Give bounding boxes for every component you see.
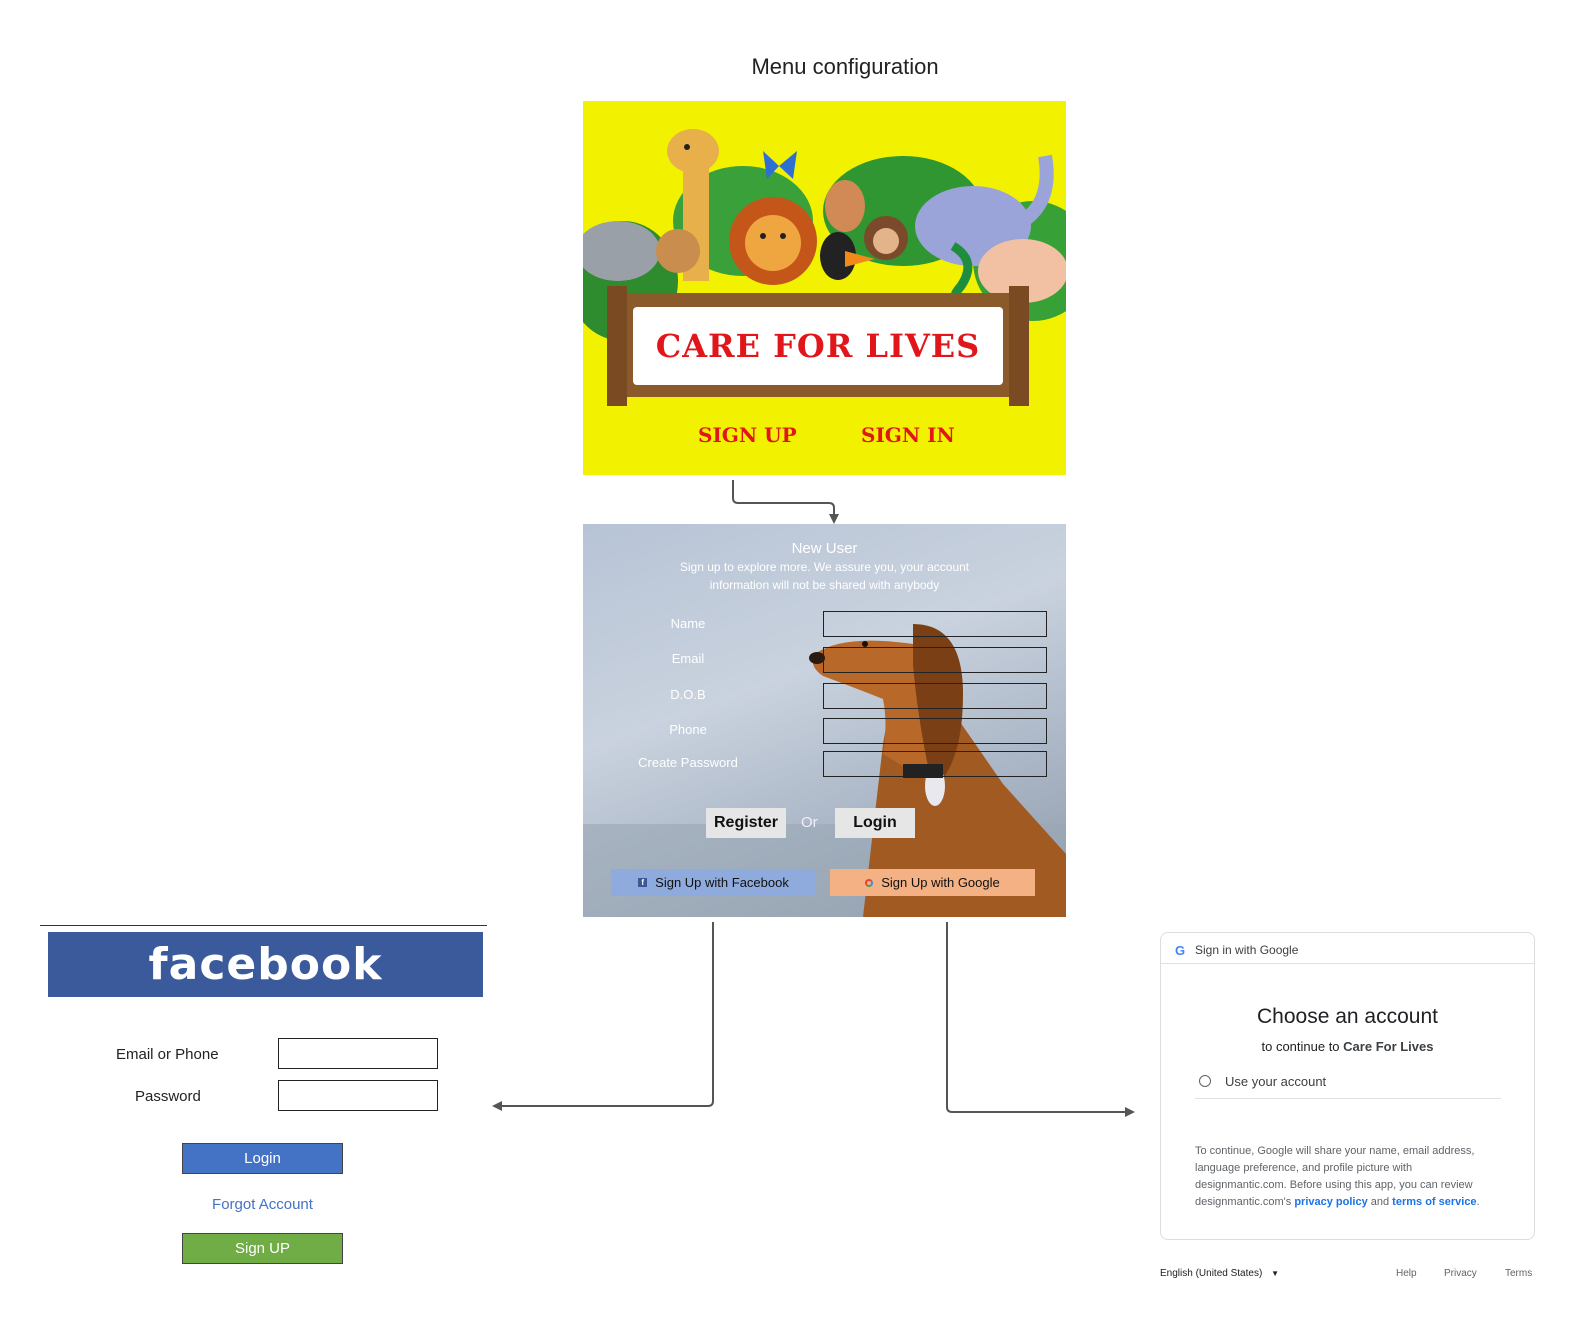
register-button[interactable]: Register [706,808,786,838]
google-terms-link[interactable]: Terms [1505,1268,1532,1279]
dob-label: D.O.B [670,687,706,702]
lion-face [745,215,801,271]
menu-screen: CARE FOR LIVES SIGN UP SIGN IN [583,101,1066,475]
google-logo-icon: G [1175,943,1186,958]
disclaimer-line3: designmantic.com. Before using this app,… [1195,1179,1473,1191]
phone-input[interactable] [823,718,1047,744]
use-your-account-label: Use your account [1225,1074,1327,1089]
sign-up-google-button[interactable]: Sign Up with Google [830,869,1035,896]
sign-up-facebook-label: Sign Up with Facebook [655,875,789,890]
arrow-menu-to-register [732,480,839,524]
facebook-divider [40,925,487,926]
language-selector[interactable]: English (United States) ▼ [1160,1268,1279,1279]
disclaimer-line2: language preference, and profile picture… [1195,1162,1413,1174]
email-label: Email [671,651,705,666]
arrow-register-to-facebook [492,922,714,1111]
email-or-phone-label: Email or Phone [116,1046,219,1063]
banner-title: CARE FOR LIVES [633,307,1003,385]
name-label: Name [670,616,706,631]
language-label: English (United States) [1160,1268,1263,1279]
name-input[interactable] [823,611,1047,637]
google-signin-card: G Sign in with Google Choose an account … [1160,932,1535,1240]
account-circle-icon [1199,1075,1211,1087]
disclaimer-line4-prefix: designmantic.com's [1195,1196,1292,1208]
disclaimer-line4: designmantic.com's privacy policy and te… [1195,1194,1515,1211]
email-input[interactable] [823,647,1047,673]
squirrel [656,229,700,273]
facebook-logo: facebook [48,932,483,997]
sign-up-facebook-button[interactable]: f Sign Up with Facebook [611,869,816,896]
register-subtitle-line2: information will not be shared with anyb… [709,578,940,592]
register-subtitle-line1: Sign up to explore more. We assure you, … [679,560,970,574]
facebook-password-input[interactable] [278,1080,438,1111]
facebook-icon: f [638,878,648,887]
continue-prefix: to continue to [1261,1039,1340,1054]
google-icon [865,878,874,887]
terms-of-service-link[interactable]: terms of service [1392,1196,1476,1208]
facebook-login-button[interactable]: Login [182,1143,343,1174]
register-screen: New User Sign up to explore more. We ass… [583,524,1066,917]
google-privacy-link[interactable]: Privacy [1444,1268,1477,1279]
continue-app-name: Care For Lives [1343,1039,1434,1054]
antelope [825,180,865,232]
create-password-label: Create Password [638,755,738,770]
continue-to-text: to continue to Care For Lives [1161,1039,1534,1054]
google-help-link[interactable]: Help [1396,1268,1417,1279]
phone-label: Phone [669,722,707,737]
login-button[interactable]: Login [835,808,915,838]
jungle-animals-illustration [583,129,1066,406]
disclaimer-period: . [1476,1196,1480,1208]
arrow-register-to-google [946,922,1135,1117]
google-card-header: G Sign in with Google [1161,933,1534,964]
privacy-policy-link[interactable]: privacy policy [1294,1196,1367,1208]
register-heading: New User [791,540,858,557]
and-text: and [1370,1196,1390,1208]
facebook-signup-button[interactable]: Sign UP [182,1233,343,1264]
facebook-password-label: Password [135,1088,201,1105]
disclaimer-line1: To continue, Google will share your name… [1195,1145,1475,1157]
sign-in-link[interactable]: SIGN IN [861,423,955,447]
google-disclaimer: To continue, Google will share your name… [1195,1143,1515,1211]
caret-down-icon: ▼ [1271,1269,1279,1278]
forgot-account-link[interactable]: Forgot Account [182,1196,343,1213]
google-header-text: Sign in with Google [1195,943,1299,957]
sign-up-link[interactable]: SIGN UP [698,423,797,447]
or-separator: Or [801,814,818,831]
sign-up-google-label: Sign Up with Google [881,875,1000,890]
create-password-input[interactable] [823,751,1047,777]
dob-input[interactable] [823,683,1047,709]
use-your-account-row[interactable]: Use your account [1195,1068,1501,1099]
email-or-phone-input[interactable] [278,1038,438,1069]
giraffe-head [667,129,719,173]
choose-account-title: Choose an account [1257,1005,1438,1028]
